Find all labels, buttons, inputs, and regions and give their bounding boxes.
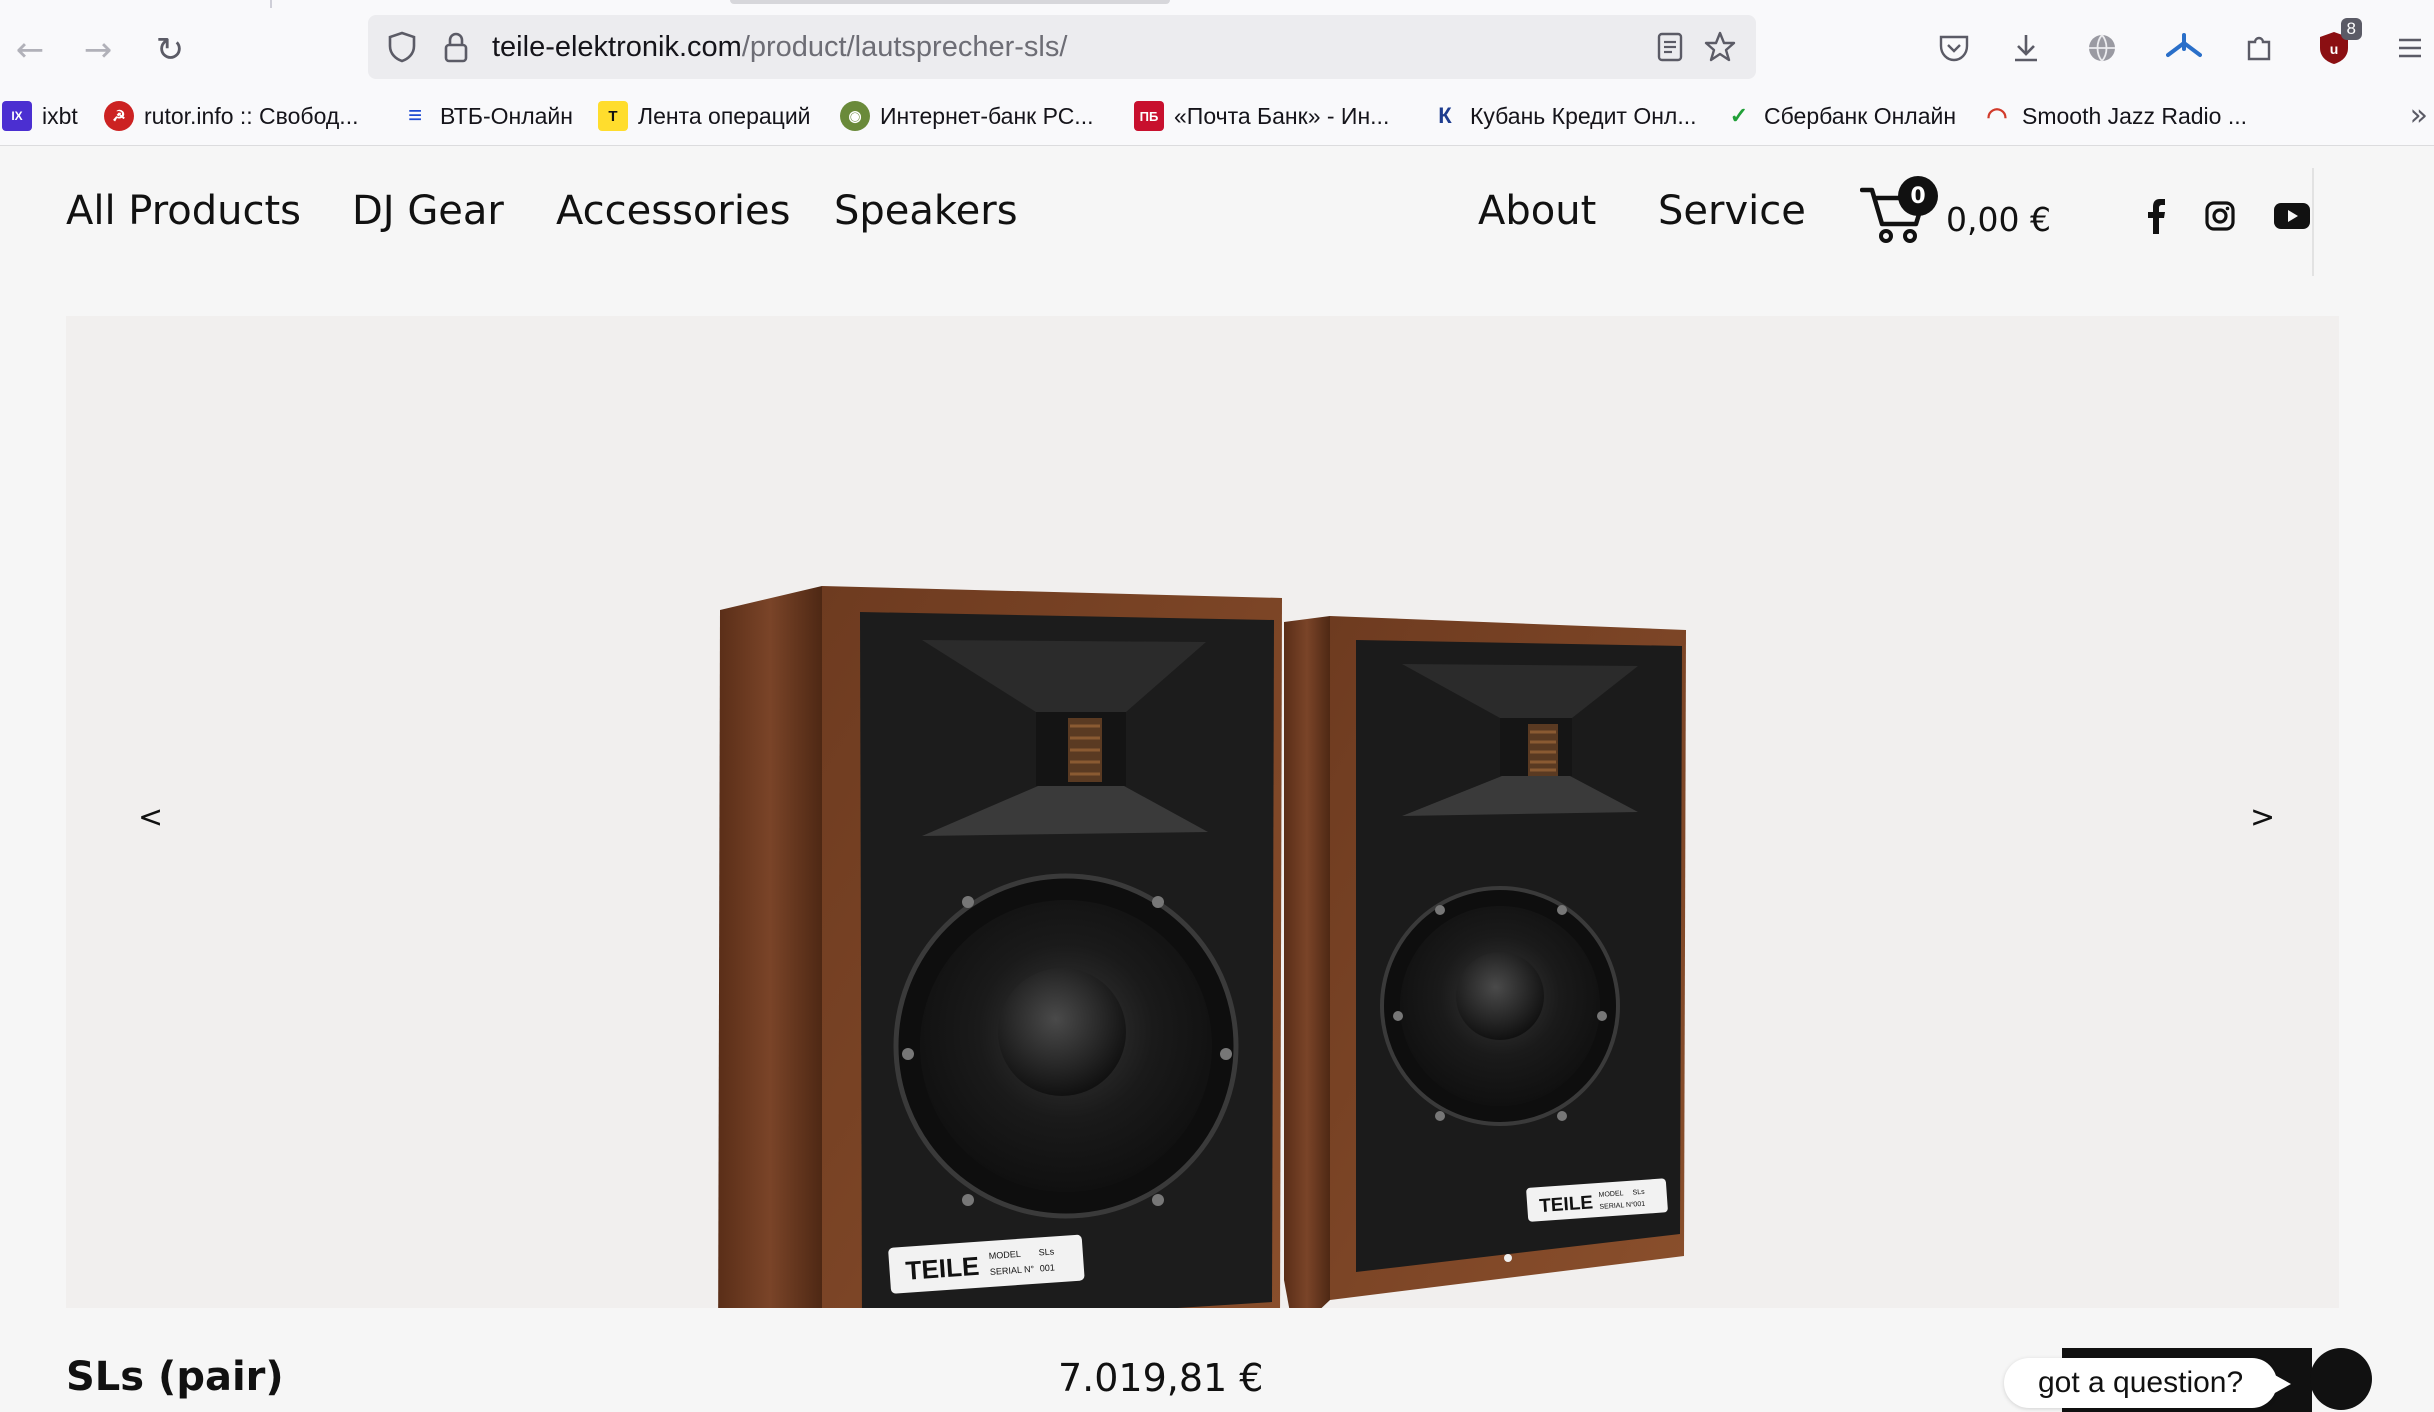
chevron-more-icon[interactable]: » [2410, 98, 2428, 133]
page-content: All Products DJ Gear Accessories Speaker… [0, 146, 2434, 1412]
header-divider [2312, 168, 2314, 276]
vpn-extension-icon[interactable] [2160, 24, 2208, 72]
radio-icon: ◠ [1986, 102, 2008, 130]
right-speaker: TEILE MODEL SLs SERIAL N° 001 [1284, 616, 1686, 1308]
nav-service[interactable]: Service [1658, 188, 1806, 234]
downloads-icon[interactable] [2002, 24, 2050, 72]
nav-all-products[interactable]: All Products [66, 188, 301, 234]
bookmark-smooth-jazz[interactable]: ◠ Smooth Jazz Radio ... [1982, 96, 2247, 136]
bookmark-rutor[interactable]: ☭ rutor.info :: Свобод... [104, 96, 358, 136]
pocket-icon[interactable] [1930, 24, 1978, 72]
rutor-icon: ☭ [104, 101, 134, 131]
chat-prompt-text: got a question? [2038, 1366, 2244, 1399]
nav-speakers[interactable]: Speakers [834, 188, 1018, 234]
vtb-icon: ≡ [407, 102, 422, 129]
tab-separator [270, 0, 272, 8]
nav-accessories[interactable]: Accessories [556, 188, 790, 234]
product-title: SLs (pair) [66, 1354, 284, 1400]
facebook-icon[interactable] [2134, 194, 2178, 238]
nameplate-serial: 001 [1633, 1201, 1645, 1209]
speaker-pair-image: TEILE MODEL SLs SERIAL N° 001 TEILE MODE… [718, 586, 1686, 1308]
bookmark-label: ixbt [42, 102, 78, 129]
extension-badge: 8 [2340, 18, 2362, 40]
ixbt-icon: IX [2, 101, 32, 131]
chat-prompt-bubble[interactable]: got a question? [2004, 1358, 2292, 1408]
tinkoff-icon: T [598, 101, 628, 131]
url-text[interactable]: teile-elektronik.com/product/lautspreche… [492, 31, 1067, 64]
shield-icon[interactable] [384, 29, 420, 65]
bookmark-kuban-credit[interactable]: К Кубань Кредит Онл... [1430, 96, 1697, 136]
url-host: teile-elektronik.com [492, 31, 742, 63]
bookmark-label: ВТБ-Онлайн [440, 102, 573, 129]
reload-button[interactable]: ↻ [140, 20, 200, 80]
extensions-puzzle-icon[interactable] [2236, 24, 2284, 72]
sberbank-icon: ✓ [1729, 103, 1749, 128]
bookmark-label: Кубань Кредит Онл... [1470, 102, 1697, 129]
cart-count-badge: 0 [1898, 176, 1938, 216]
url-path: /product/lautsprecher-sls/ [741, 31, 1068, 63]
nav-about[interactable]: About [1478, 188, 1596, 234]
rs-bank-icon: ◉ [840, 101, 870, 131]
bookmark-ixbt[interactable]: IX ixbt [2, 96, 78, 136]
bookmark-label: Smooth Jazz Radio ... [2022, 102, 2247, 129]
nav-dj-gear[interactable]: DJ Gear [352, 188, 504, 234]
menu-hamburger-icon[interactable] [2386, 24, 2434, 72]
arrow-right-icon: → [83, 30, 113, 70]
ublock-icon[interactable]: u 8 [2310, 18, 2362, 72]
product-price: 7.019,81 € [1058, 1356, 1264, 1400]
nameplate-brand: TEILE [905, 1251, 981, 1286]
browser-chrome: ← → ↻ teile-elektronik.com/product/lauts… [0, 0, 2434, 146]
bookmark-label: Интернет-банк РС... [880, 102, 1094, 129]
bookmark-tinkoff[interactable]: T Лента операций [598, 96, 811, 136]
youtube-icon[interactable] [2270, 194, 2314, 238]
instagram-icon[interactable] [2198, 194, 2242, 238]
gallery-next-button[interactable]: > [2250, 800, 2275, 835]
nameplate-model: SLs [1038, 1246, 1055, 1257]
main-navigation: All Products DJ Gear Accessories Speaker… [0, 168, 2434, 276]
bookmark-vtb[interactable]: ≡ ВТБ-Онлайн [400, 96, 573, 136]
bookmark-sberbank[interactable]: ✓ Сбербанк Онлайн [1724, 96, 1956, 136]
bookmark-star-icon[interactable] [1702, 29, 1738, 65]
bookmark-rs-bank[interactable]: ◉ Интернет-банк РС... [840, 96, 1093, 136]
bookmark-label: «Почта Банк» - Ин... [1174, 102, 1390, 129]
forward-button[interactable]: → [68, 20, 128, 80]
bookmark-label: rutor.info :: Свобод... [144, 102, 359, 129]
kuban-credit-icon: К [1438, 103, 1452, 128]
pochta-bank-icon: ПБ [1134, 101, 1164, 131]
arrow-left-icon: ← [15, 30, 45, 70]
reload-icon: ↻ [155, 30, 185, 70]
chat-launcher-button[interactable] [2310, 1348, 2372, 1410]
bookmark-label: Лента операций [638, 102, 811, 129]
gallery-prev-button[interactable]: < [138, 800, 163, 835]
svg-text:u: u [2330, 41, 2339, 57]
cart-total[interactable]: 0,00 € [1946, 200, 2051, 239]
bookmark-pochta-bank[interactable]: ПБ «Почта Банк» - Ин... [1134, 96, 1389, 136]
left-speaker: TEILE MODEL SLs SERIAL N° 001 [718, 586, 1282, 1308]
active-tab-edge[interactable] [730, 0, 1170, 4]
nameplate-model: SLs [1632, 1189, 1645, 1197]
bookmark-label: Сбербанк Онлайн [1764, 102, 1957, 129]
globe-icon[interactable] [2078, 24, 2126, 72]
lock-icon[interactable] [438, 29, 474, 65]
reader-view-icon[interactable] [1652, 29, 1688, 65]
back-button[interactable]: ← [0, 20, 60, 80]
nameplate-brand: TEILE [1539, 1192, 1594, 1217]
address-bar[interactable]: teile-elektronik.com/product/lautspreche… [368, 15, 1756, 79]
bookmarks-toolbar: IX ixbt ☭ rutor.info :: Свобод... ≡ ВТБ-… [0, 96, 2434, 136]
product-gallery: TEILE MODEL SLs SERIAL N° 001 TEILE MODE… [66, 316, 2339, 1308]
nameplate-serial: 001 [1039, 1262, 1055, 1273]
